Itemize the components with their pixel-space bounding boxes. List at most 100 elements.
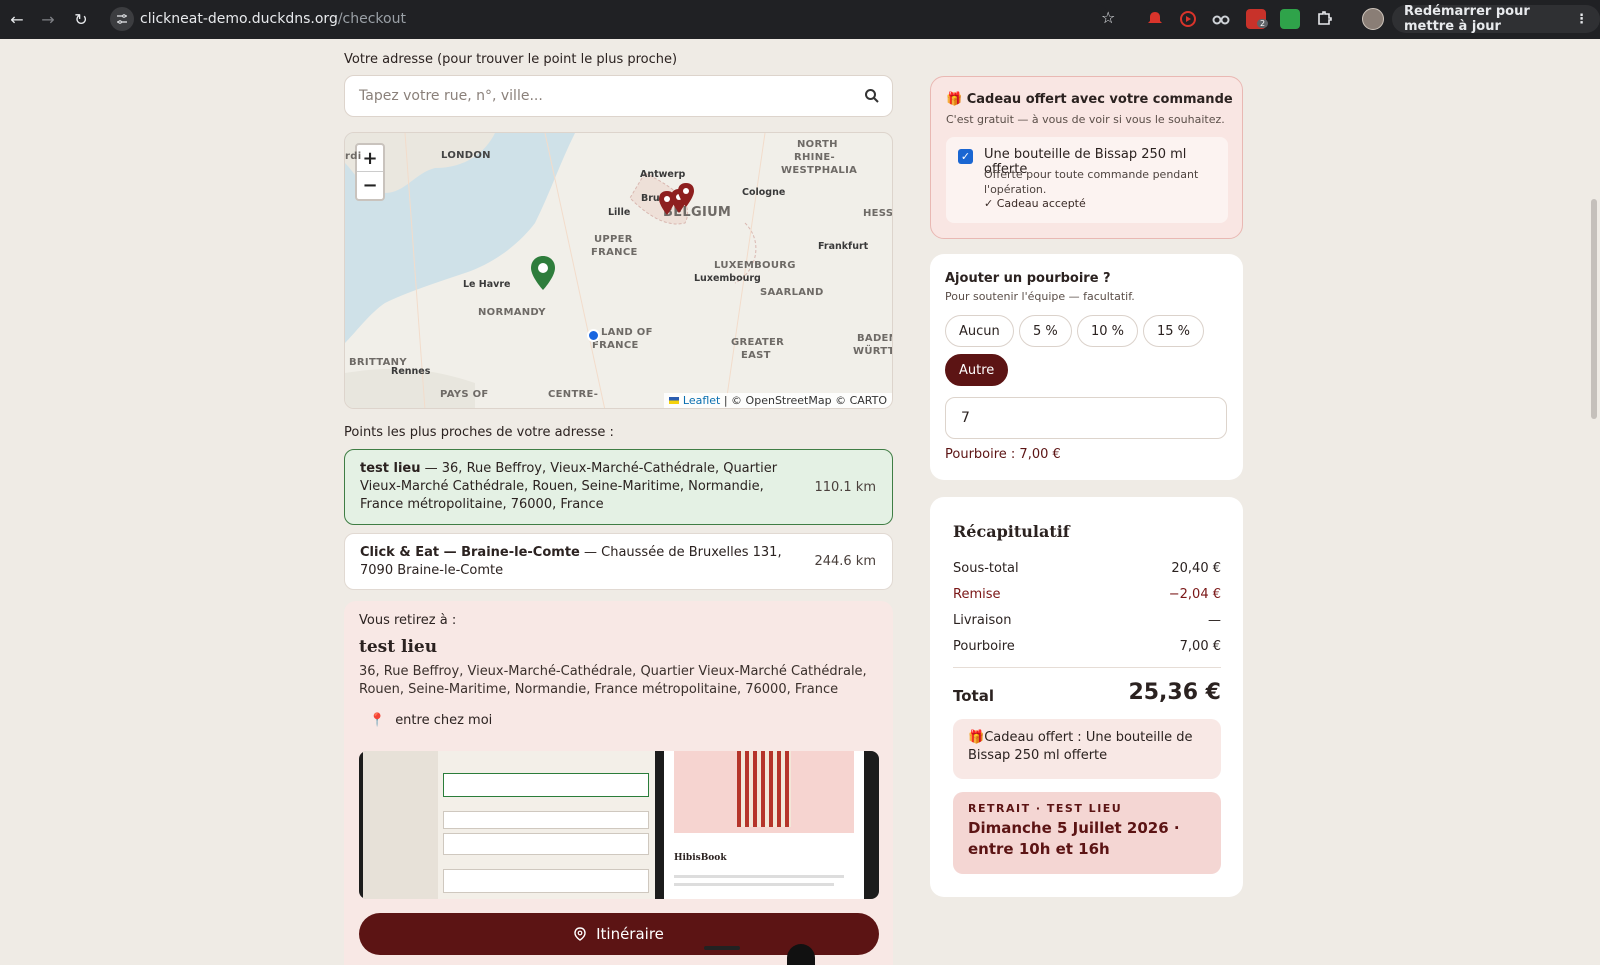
map-label-centre: CENTRE- xyxy=(548,389,599,400)
photo-field xyxy=(443,833,649,855)
update-label: Redémarrer pour mettre à jour xyxy=(1404,4,1530,34)
point-name: test lieu xyxy=(360,461,421,476)
page-scrollbar[interactable] xyxy=(1588,39,1600,965)
row-value: — xyxy=(1208,613,1221,628)
map-city-frankfurt: Frankfurt xyxy=(818,241,869,252)
summary-row-discount: Remise −2,04 € xyxy=(953,587,1221,602)
extension-android-icon[interactable] xyxy=(1280,9,1300,29)
forward-icon[interactable]: → xyxy=(34,5,62,33)
extension-badge: 2 xyxy=(1257,19,1269,28)
nearest-label: Points les plus proches de votre adresse… xyxy=(344,425,614,440)
bookmark-star-icon[interactable]: ☆ xyxy=(1101,8,1115,27)
pickup-slot-title: RETRAIT · TEST LIEU xyxy=(968,802,1123,815)
extension-play-icon[interactable] xyxy=(1178,9,1198,29)
photo-field xyxy=(443,811,649,829)
gift-title-text: Cadeau offert avec votre commande xyxy=(966,92,1233,107)
extension-calendar-icon[interactable]: 2 xyxy=(1246,9,1269,29)
nearest-point-card[interactable]: Click & Eat — Braine-le-Comte — Chaussée… xyxy=(344,533,893,590)
gift-title: 🎁 Cadeau offert avec votre commande xyxy=(946,92,1233,107)
tip-option-15[interactable]: 15 % xyxy=(1143,315,1205,347)
photo-form-sheet xyxy=(363,751,655,899)
map-label-london: LONDON xyxy=(441,150,491,161)
extension-bell-icon[interactable] xyxy=(1145,9,1165,29)
map-label-idf: LAND OF xyxy=(601,327,653,338)
photo-book-title: HibisBook xyxy=(674,853,727,863)
nearest-point-card[interactable]: test lieu — 36, Rue Beffroy, Vieux-March… xyxy=(344,449,893,525)
address-search-input[interactable]: Tapez votre rue, n°, ville... xyxy=(344,75,893,117)
row-label: Sous-total xyxy=(953,561,1019,576)
itinerary-label: Itinéraire xyxy=(596,925,664,943)
summary-title: Récapitulatif xyxy=(953,522,1070,541)
tip-option-none[interactable]: Aucun xyxy=(945,315,1014,347)
gift-checkbox[interactable]: ✓ xyxy=(958,149,973,164)
gift-icon: 🎁 xyxy=(968,730,985,745)
map-label-baden: BADEN xyxy=(857,333,892,344)
pickup-name: test lieu xyxy=(359,637,438,657)
total-value: 25,36 € xyxy=(1128,680,1221,705)
point-name: Click & Eat — Braine-le-Comte xyxy=(360,544,580,560)
devtools-toggle-icon[interactable] xyxy=(787,944,815,965)
map-label-greater-east-2: EAST xyxy=(741,350,771,361)
map-label-north-rhine-3: WESTPHALIA xyxy=(781,165,858,176)
row-value: 20,40 € xyxy=(1171,561,1221,576)
pickup-map[interactable]: + − rdi LONDON NORTH RHINE- WESTPHALIA A… xyxy=(344,132,893,409)
map-city-antwerp: Antwerp xyxy=(640,169,686,180)
scrollbar-thumb[interactable] xyxy=(1591,199,1597,419)
pickup-note-text: entre chez moi xyxy=(395,713,493,728)
order-summary: Récapitulatif Sous-total 20,40 € Remise −2… xyxy=(930,497,1243,897)
map-label-luxembourg: LUXEMBOURG xyxy=(714,260,796,271)
extensions-puzzle-icon[interactable] xyxy=(1314,9,1334,29)
location-pin-icon xyxy=(574,927,586,941)
pickup-note: 📍 entre chez moi xyxy=(369,713,492,728)
zoom-out-button[interactable]: − xyxy=(357,172,383,199)
back-icon[interactable]: ← xyxy=(3,5,31,33)
search-icon[interactable] xyxy=(864,88,880,104)
url-host: clickneat-demo.duckdns.org xyxy=(140,11,338,27)
photo-book-cover xyxy=(674,751,854,833)
point-marker-icon[interactable] xyxy=(677,182,695,208)
map-label-greater-east: GREATER xyxy=(731,337,785,348)
update-button[interactable]: Redémarrer pour mettre à jour ⋮ xyxy=(1392,4,1600,34)
map-label-pays: PAYS OF xyxy=(440,389,489,400)
map-label-saarland: SAARLAND xyxy=(760,287,824,298)
profile-avatar[interactable] xyxy=(1362,8,1384,30)
leaflet-link[interactable]: Leaflet xyxy=(683,394,720,407)
gift-icon: 🎁 xyxy=(946,92,963,107)
address-bar[interactable]: clickneat-demo.duckdns.org/checkout xyxy=(110,4,1110,34)
tip-option-5[interactable]: 5 % xyxy=(1019,315,1072,347)
map-city-luxembourg: Luxembourg xyxy=(694,273,761,284)
point-distance: 244.6 km xyxy=(814,554,876,569)
selected-point-marker-icon[interactable] xyxy=(530,255,556,291)
map-city-le-havre: Le Havre xyxy=(463,279,511,290)
photo-line xyxy=(674,883,834,886)
photo-sidebar xyxy=(363,751,438,899)
kebab-menu-icon[interactable]: ⋮ xyxy=(1575,12,1588,27)
tip-amount-input[interactable]: 7 xyxy=(945,397,1227,439)
photo-line xyxy=(674,875,844,878)
reload-icon[interactable]: ↻ xyxy=(67,5,95,33)
attribution-text: | © OpenStreetMap © CARTO xyxy=(723,394,887,407)
browser-toolbar: ← → ↻ clickneat-demo.duckdns.org/checkou… xyxy=(0,0,1600,39)
summary-row-tip: Pourboire 7,00 € xyxy=(953,639,1221,654)
pickup-slot-date: Dimanche 5 Juillet 2026 · entre 10h et 1… xyxy=(968,819,1180,858)
address-placeholder: Tapez votre rue, n°, ville... xyxy=(359,88,543,104)
pickup-photo: HibisBook xyxy=(359,751,879,899)
extension-glasses-icon[interactable] xyxy=(1211,9,1231,29)
map-attribution: Leaflet | © OpenStreetMap © CARTO xyxy=(664,393,892,408)
gift-subtitle: C'est gratuit — à vous de voir si vous l… xyxy=(946,113,1225,126)
photo-field xyxy=(443,773,649,797)
summary-gift-note: 🎁Cadeau offert : Une bouteille de Bissap… xyxy=(953,719,1221,779)
total-label: Total xyxy=(953,687,994,705)
pickup-heading: Vous retirez à : xyxy=(359,613,457,628)
map-label-north-rhine-2: RHINE- xyxy=(794,152,835,163)
drag-handle[interactable] xyxy=(704,946,740,950)
site-settings-icon[interactable] xyxy=(110,7,134,31)
point-address: 36, Rue Beffroy, Vieux-Marché-Cathédrale… xyxy=(360,461,778,512)
tip-title: Ajouter un pourboire ? xyxy=(945,271,1111,286)
gift-item-desc: Offerte pour toute commande pendant l'op… xyxy=(984,168,1199,196)
tip-option-other[interactable]: Autre xyxy=(945,354,1009,386)
map-city-cologne: Cologne xyxy=(742,187,786,198)
map-city-lille: Lille xyxy=(608,207,631,218)
tip-option-10[interactable]: 10 % xyxy=(1077,315,1139,347)
gift-option[interactable]: ✓ Une bouteille de Bissap 250 ml offerte… xyxy=(946,137,1228,223)
